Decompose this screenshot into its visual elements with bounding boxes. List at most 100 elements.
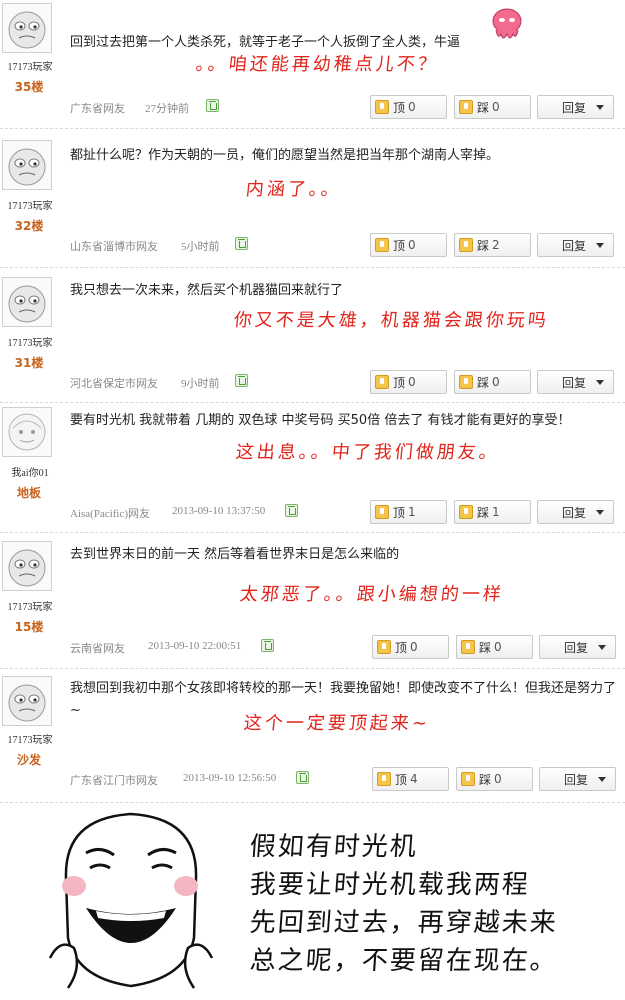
thumb-down-icon <box>459 100 473 114</box>
caret-down-icon <box>596 243 604 248</box>
reply-button[interactable]: 回复 <box>537 95 614 119</box>
avatar[interactable] <box>2 676 52 726</box>
comment-text: 去到世界末日的前一天 然后等着看世界末日是怎么来临的 <box>70 547 400 562</box>
location: 山东省淄博市网友 <box>70 241 158 253</box>
caret-down-icon <box>598 777 606 782</box>
trash-icon[interactable] <box>261 639 274 652</box>
comment-text: 我只想去一次未来，然后买个机器猫回来就行了 <box>70 283 344 298</box>
caret-down-icon <box>596 105 604 110</box>
closing-line: 假如有时光机 <box>248 832 419 862</box>
thumb-up-icon <box>377 772 391 786</box>
thumb-down-icon <box>461 772 475 786</box>
down-vote-button[interactable]: 踩1 <box>454 500 531 524</box>
divider <box>0 402 625 403</box>
thumb-up-icon <box>375 238 389 252</box>
caret-down-icon <box>596 380 604 385</box>
timestamp: 9小时前 <box>181 378 220 390</box>
divider <box>0 128 625 129</box>
username[interactable]: 17173玩家 <box>0 58 60 73</box>
location: 云南省网友 <box>70 643 125 655</box>
editor-note: 这出息。。中了我们做朋友。 <box>234 442 501 463</box>
thumb-down-icon <box>461 640 475 654</box>
default-avatar-face-icon <box>8 549 46 587</box>
trash-icon[interactable] <box>235 237 248 250</box>
reply-button[interactable]: 回复 <box>537 370 614 394</box>
comment-text: 要有时光机 我就带着 几期的 双色球 中奖号码 买50倍 倍去了 有钱才能有更好… <box>70 413 571 428</box>
timestamp: 27分钟前 <box>145 103 189 115</box>
thumb-up-icon <box>375 505 389 519</box>
editor-note: 内涵了。。 <box>244 179 343 200</box>
down-vote-button[interactable]: 踩0 <box>456 767 533 791</box>
comment-text: 都扯什么呢？作为天朝的一员，俺们的愿望当然是把当年那个湖南人宰掉。 <box>70 148 500 163</box>
thumb-up-icon <box>375 100 389 114</box>
laughing-meme-face-image <box>48 812 214 989</box>
floor-label: 35楼 <box>14 80 44 94</box>
default-avatar-face-icon <box>8 11 46 49</box>
trash-icon[interactable] <box>296 771 309 784</box>
trash-icon[interactable] <box>285 504 298 517</box>
floor-label: 32楼 <box>14 219 44 233</box>
down-vote-button[interactable]: 踩2 <box>454 233 531 257</box>
default-avatar-face-icon <box>8 148 46 186</box>
reply-button[interactable]: 回复 <box>537 500 614 524</box>
floor-label: 沙发 <box>16 753 41 767</box>
thumb-down-icon <box>459 505 473 519</box>
timestamp: 5小时前 <box>181 241 220 253</box>
reply-button[interactable]: 回复 <box>539 767 616 791</box>
avatar[interactable] <box>2 140 52 190</box>
reply-button[interactable]: 回复 <box>537 233 614 257</box>
timestamp: 2013-09-10 13:37:50 <box>172 505 266 517</box>
up-vote-button[interactable]: 顶0 <box>370 370 447 394</box>
thumb-down-icon <box>459 375 473 389</box>
editor-note: 太邪恶了。。跟小编想的一样 <box>238 584 505 605</box>
timestamp: 2013-09-10 12:56:50 <box>183 772 277 784</box>
avatar[interactable] <box>2 3 52 53</box>
username[interactable]: 我ai你01 <box>0 464 60 479</box>
up-vote-button[interactable]: 顶0 <box>370 95 447 119</box>
trash-icon[interactable] <box>206 99 219 112</box>
thumb-up-icon <box>375 375 389 389</box>
location: 河北省保定市网友 <box>70 378 158 390</box>
default-avatar-face-icon <box>8 684 46 722</box>
avatar[interactable] <box>2 277 52 327</box>
caret-down-icon <box>596 510 604 515</box>
editor-note: 你又不是大雄，机器猫会跟你玩吗 <box>232 310 550 331</box>
default-avatar-face-icon <box>8 413 46 451</box>
down-vote-button[interactable]: 踩0 <box>454 95 531 119</box>
divider <box>0 668 625 669</box>
floor-label: 地板 <box>16 486 41 500</box>
closing-line: 总之呢，不要留在现在。 <box>248 946 559 976</box>
up-vote-button[interactable]: 顶1 <box>370 500 447 524</box>
up-vote-button[interactable]: 顶0 <box>370 233 447 257</box>
divider <box>0 267 625 268</box>
up-vote-button[interactable]: 顶4 <box>372 767 449 791</box>
floor-label: 31楼 <box>14 356 44 370</box>
closing-line: 我要让时光机载我两程 <box>248 870 531 900</box>
divider <box>0 802 625 803</box>
username[interactable]: 17173玩家 <box>0 731 60 746</box>
avatar[interactable] <box>2 541 52 591</box>
username[interactable]: 17173玩家 <box>0 197 60 212</box>
down-vote-button[interactable]: 踩0 <box>454 370 531 394</box>
trash-icon[interactable] <box>235 374 248 387</box>
down-vote-button[interactable]: 踩0 <box>456 635 533 659</box>
location: Aisa(Pacific)网友 <box>70 508 151 520</box>
thumb-down-icon <box>459 238 473 252</box>
location: 广东省江门市网友 <box>70 775 158 787</box>
editor-note: 。。咱还能再幼稚点儿不？ <box>194 54 440 75</box>
reply-button[interactable]: 回复 <box>539 635 616 659</box>
location: 广东省网友 <box>70 103 125 115</box>
octopus-mascot-icon <box>492 8 522 39</box>
username[interactable]: 17173玩家 <box>0 334 60 349</box>
thumb-up-icon <box>377 640 391 654</box>
floor-label: 15楼 <box>14 620 44 634</box>
up-vote-button[interactable]: 顶0 <box>372 635 449 659</box>
avatar[interactable] <box>2 407 52 457</box>
default-avatar-face-icon <box>8 285 46 323</box>
timestamp: 2013-09-10 22:00:51 <box>148 640 242 652</box>
editor-note: 这个一定要顶起来~ <box>242 713 432 734</box>
username[interactable]: 17173玩家 <box>0 598 60 613</box>
caret-down-icon <box>598 645 606 650</box>
divider <box>0 532 625 533</box>
closing-line: 先回到过去，再穿越未来 <box>248 908 559 938</box>
